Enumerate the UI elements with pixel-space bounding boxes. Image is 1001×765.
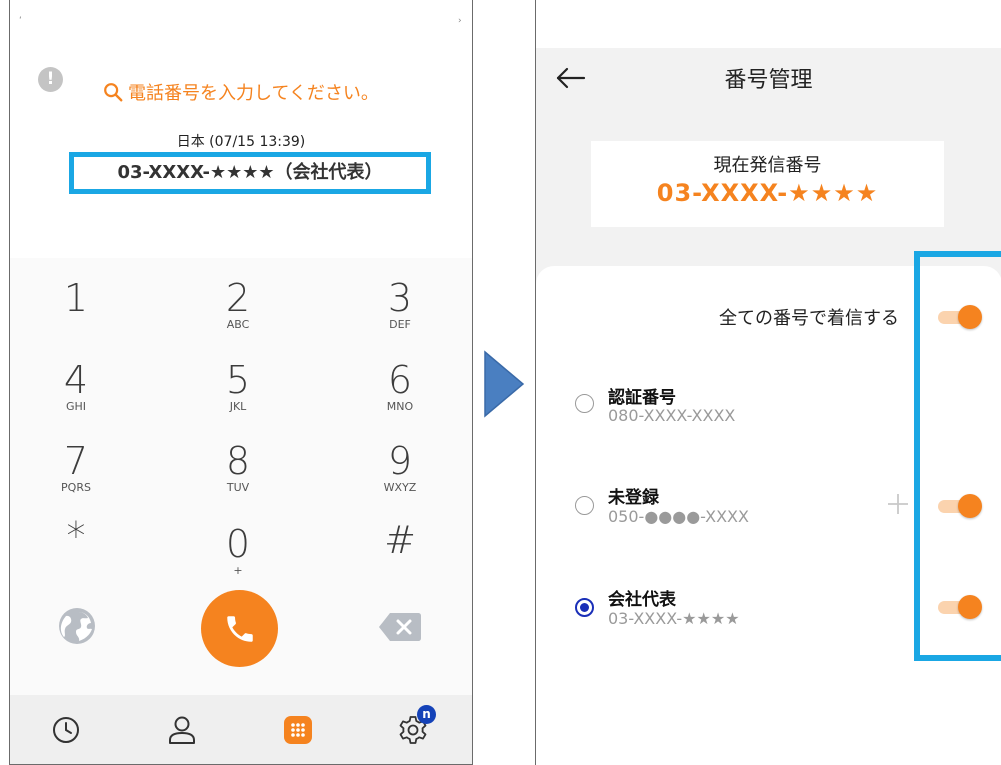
current-number-value: 03-XXXX-★★★★ <box>656 179 879 207</box>
bottom-nav: n <box>10 695 472 764</box>
number-value-2: 050-●●●●-XXXX <box>608 507 749 526</box>
radio-number-1[interactable] <box>575 394 594 413</box>
nav-keypad[interactable] <box>281 713 315 747</box>
key-6[interactable]: 6 MNO <box>350 360 450 414</box>
status-mark-right: › <box>458 16 462 26</box>
caller-country-time: 日本 (07/15 13:39) <box>176 134 306 150</box>
stage: ʻ › ! 電話番号を入力してください。 日本 (07/15 13:39) 03… <box>0 0 1001 765</box>
nav-history[interactable] <box>49 713 83 747</box>
dialer-display <box>10 0 472 258</box>
add-number-icon[interactable] <box>886 492 910 516</box>
nav-settings[interactable]: n <box>396 705 436 747</box>
radio-number-2[interactable] <box>575 496 594 515</box>
key-5[interactable]: 5 JKL <box>188 360 288 414</box>
notification-badge: n <box>417 705 436 724</box>
search-hint-text: 電話番号を入力してください。 <box>128 83 379 104</box>
number-name-3: 会社代表 <box>608 590 676 610</box>
transition-arrow-icon <box>484 350 525 418</box>
dialer-screen: ʻ › ! 電話番号を入力してください。 日本 (07/15 13:39) 03… <box>9 0 473 765</box>
current-number-label: 現在発信番号 <box>713 155 822 176</box>
number-name-2: 未登録 <box>608 488 659 508</box>
call-button[interactable] <box>201 590 278 667</box>
key-3[interactable]: 3 DEF <box>350 278 450 332</box>
person-icon <box>169 716 195 744</box>
key-4[interactable]: 4 GHI <box>26 360 126 414</box>
number-value-1: 080-XXXX-XXXX <box>608 406 736 425</box>
current-number-panel: 現在発信番号 03-XXXX-★★★★ <box>591 141 944 227</box>
keypad-icon <box>284 716 312 744</box>
nav-contacts[interactable] <box>165 713 199 747</box>
page-title: 番号管理 <box>724 68 813 93</box>
backspace-icon[interactable] <box>378 611 422 643</box>
receive-all-numbers-label: 全ての番号で着信する <box>719 308 899 329</box>
search-icon <box>104 83 123 102</box>
status-bar <box>536 0 1001 48</box>
number-search-hint[interactable]: 電話番号を入力してください。 <box>102 79 379 105</box>
outgoing-caller-number[interactable]: 03-XXXX-★★★★（会社代表） <box>69 152 431 194</box>
radio-number-3[interactable] <box>575 598 594 617</box>
number-name-1: 認証番号 <box>608 388 676 408</box>
toggle-highlight-frame <box>914 251 1001 661</box>
key-hash[interactable]: # <box>350 520 450 560</box>
phone-icon <box>226 615 253 642</box>
status-mark-left: ʻ <box>19 16 22 26</box>
key-1[interactable]: 1 <box>26 278 126 318</box>
key-2[interactable]: 2 ABC <box>188 278 288 332</box>
key-star[interactable]: * <box>26 516 126 556</box>
number-value-3: 03-XXXX-★★★★ <box>608 609 740 628</box>
globe-icon[interactable] <box>57 606 97 646</box>
key-7[interactable]: 7 PQRS <box>26 441 126 495</box>
alert-icon[interactable]: ! <box>38 67 63 92</box>
key-9[interactable]: 9 WXYZ <box>350 441 450 495</box>
clock-icon <box>53 717 79 743</box>
key-8[interactable]: 8 TUV <box>188 441 288 495</box>
key-0[interactable]: 0 + <box>188 524 288 578</box>
